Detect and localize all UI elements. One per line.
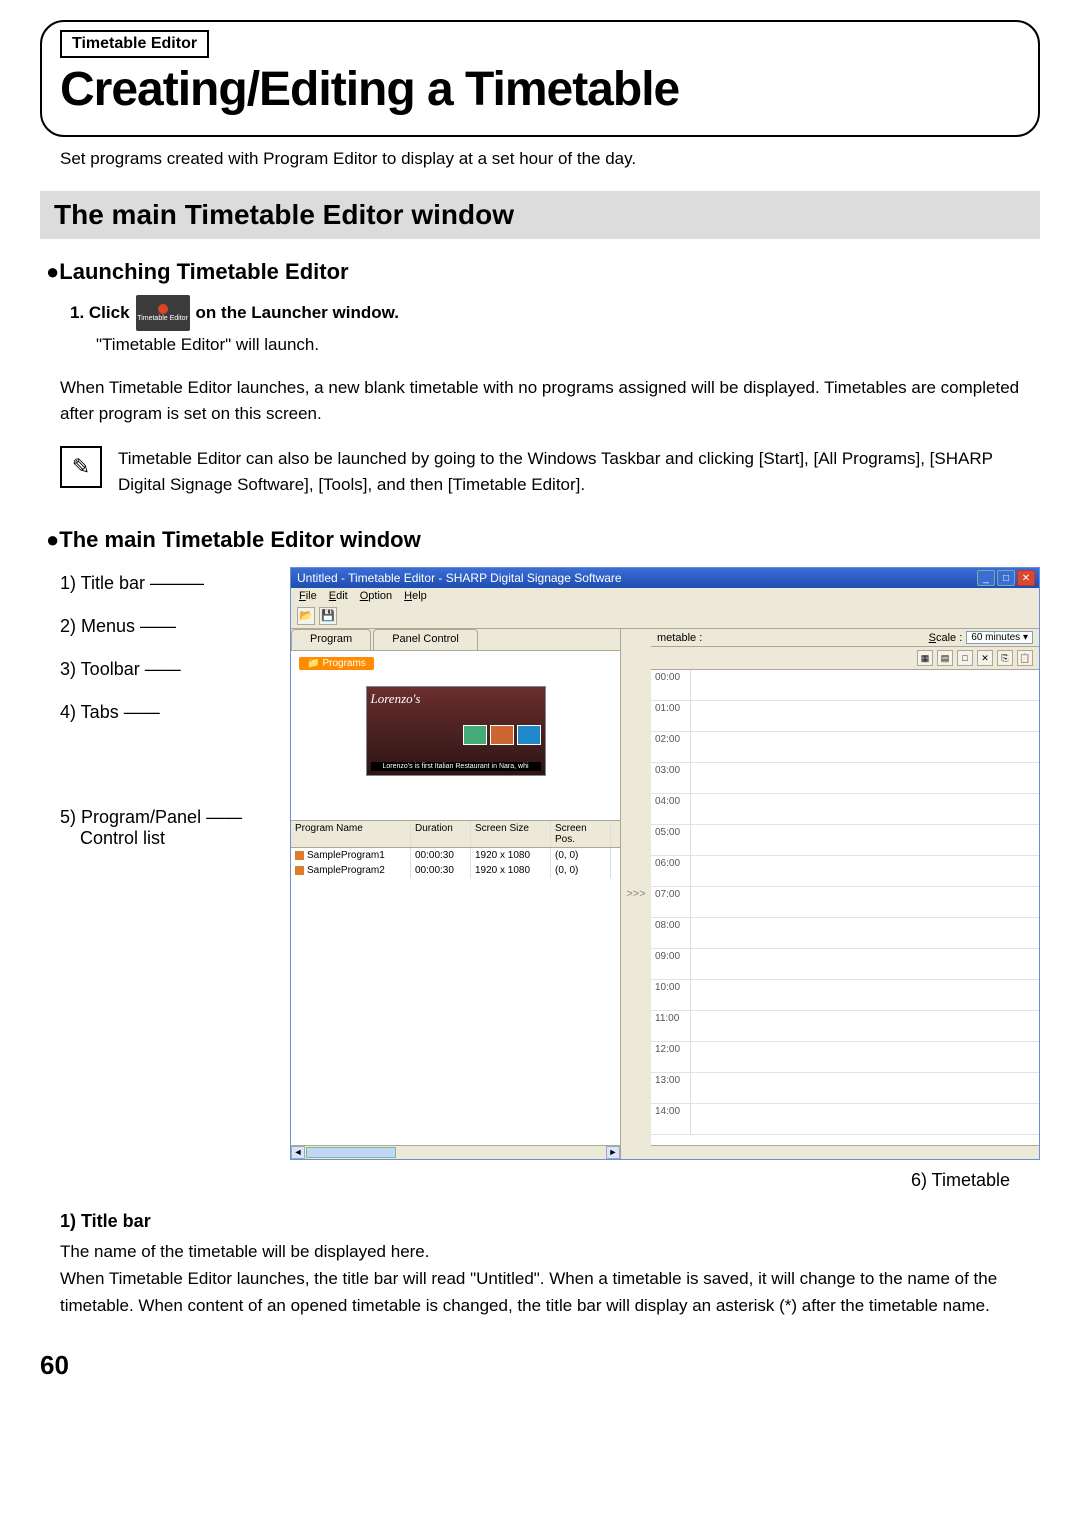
desc-text: The name of the timetable will be displa…: [60, 1238, 1020, 1320]
time-row[interactable]: 14:00: [651, 1104, 1039, 1135]
horizontal-scrollbar[interactable]: ◄ ►: [291, 1145, 620, 1159]
page-header-box: Timetable Editor Creating/Editing a Time…: [40, 20, 1040, 137]
callout-timetable: 6) Timetable: [40, 1170, 1010, 1191]
app-window: Untitled - Timetable Editor - SHARP Digi…: [290, 567, 1040, 1160]
col-duration[interactable]: Duration: [411, 821, 471, 847]
tab-panel-control[interactable]: Panel Control: [373, 629, 478, 650]
time-row[interactable]: 04:00: [651, 794, 1039, 825]
time-row[interactable]: 06:00: [651, 856, 1039, 887]
desc-heading: 1) Title bar: [60, 1211, 1040, 1232]
main-window-heading: ●The main Timetable Editor window: [46, 527, 1040, 553]
callout-program-panel: 5) Program/Panel —— Control list: [60, 807, 290, 849]
scale-select[interactable]: 60 minutes ▾: [966, 631, 1033, 644]
tip-icon: ✎: [60, 446, 102, 488]
thumbnail-caption: Lorenzo's is first Italian Restaurant in…: [371, 762, 541, 771]
minimize-button[interactable]: _: [977, 570, 995, 586]
screenshot-diagram: 1) Title bar ——— 2) Menus —— 3) Toolbar …: [60, 567, 1040, 1160]
page-title: Creating/Editing a Timetable: [60, 62, 1020, 117]
time-row[interactable]: 03:00: [651, 763, 1039, 794]
launch-description: When Timetable Editor launches, a new bl…: [60, 375, 1040, 426]
timetable-panel: metable : Scale : 60 minutes ▾ ▦ ▤ □ ✕ ⎘…: [651, 629, 1039, 1159]
launcher-icon-label: Timetable Editor: [137, 315, 188, 322]
callout-menus: 2) Menus ——: [60, 616, 290, 637]
expand-button[interactable]: >>>: [621, 629, 651, 1159]
thumbnail-logo: Lorenzo's: [371, 691, 541, 707]
time-row[interactable]: 10:00: [651, 980, 1039, 1011]
toolbar: 📂 💾: [291, 604, 1039, 629]
time-row[interactable]: 07:00: [651, 887, 1039, 918]
time-row[interactable]: 01:00: [651, 701, 1039, 732]
time-row[interactable]: 02:00: [651, 732, 1039, 763]
time-row[interactable]: 13:00: [651, 1073, 1039, 1104]
tool-icon-2[interactable]: ▤: [937, 650, 953, 666]
menu-edit[interactable]: Edit: [329, 590, 348, 602]
menu-help[interactable]: Help: [404, 590, 427, 602]
timetable-label: metable :: [657, 632, 702, 644]
callout-tabs: 4) Tabs ——: [60, 702, 290, 723]
time-row[interactable]: 05:00: [651, 825, 1039, 856]
step-prefix: 1. Click: [70, 303, 130, 323]
time-row[interactable]: 12:00: [651, 1042, 1039, 1073]
save-icon[interactable]: 💾: [319, 607, 337, 625]
copy-icon[interactable]: ⎘: [997, 650, 1013, 666]
step-suffix: on the Launcher window.: [196, 303, 399, 323]
callout-column: 1) Title bar ——— 2) Menus —— 3) Toolbar …: [60, 567, 290, 871]
section-banner: The main Timetable Editor window: [40, 191, 1040, 239]
time-row[interactable]: 08:00: [651, 918, 1039, 949]
tip-text: Timetable Editor can also be launched by…: [118, 446, 1040, 497]
program-thumbnail[interactable]: Lorenzo's Lorenzo's is first Italian Res…: [366, 686, 546, 776]
tabs-row: Program Panel Control: [291, 629, 620, 651]
page-number: 60: [40, 1350, 1040, 1381]
title-bar-text: Untitled - Timetable Editor - SHARP Digi…: [297, 571, 622, 585]
menu-file[interactable]: FFileile: [299, 590, 317, 602]
scroll-right-icon[interactable]: ►: [606, 1146, 620, 1159]
time-row[interactable]: 00:00: [651, 670, 1039, 701]
intro-text: Set programs created with Program Editor…: [60, 149, 1040, 169]
launcher-dot-icon: [158, 304, 168, 314]
preview-area: 📁 Programs Lorenzo's Lorenzo's is first …: [291, 651, 620, 821]
time-row[interactable]: 09:00: [651, 949, 1039, 980]
tool-icon-1[interactable]: ▦: [917, 650, 933, 666]
delete-icon[interactable]: ✕: [977, 650, 993, 666]
paste-icon[interactable]: 📋: [1017, 650, 1033, 666]
close-button[interactable]: ✕: [1017, 570, 1035, 586]
time-row[interactable]: 11:00: [651, 1011, 1039, 1042]
callout-toolbar: 3) Toolbar ——: [60, 659, 290, 680]
tool-icon-3[interactable]: □: [957, 650, 973, 666]
scroll-left-icon[interactable]: ◄: [291, 1146, 305, 1159]
maximize-button[interactable]: □: [997, 570, 1015, 586]
section-tag: Timetable Editor: [60, 30, 209, 58]
table-row[interactable]: SampleProgram200:00:301920 x 1080(0, 0): [291, 863, 620, 878]
title-bar[interactable]: Untitled - Timetable Editor - SHARP Digi…: [291, 568, 1039, 588]
open-icon[interactable]: 📂: [297, 607, 315, 625]
step-1: 1. Click Timetable Editor on the Launche…: [70, 295, 1040, 331]
timetable-scrollbar[interactable]: [651, 1145, 1039, 1159]
tab-program[interactable]: Program: [291, 629, 371, 650]
timetable-editor-launcher-icon: Timetable Editor: [136, 295, 190, 331]
menu-bar[interactable]: FFileile Edit Option Help: [291, 588, 1039, 604]
callout-title-bar: 1) Title bar ———: [60, 573, 290, 594]
programs-chip[interactable]: 📁 Programs: [299, 657, 374, 670]
folder-icon: 📁: [307, 658, 319, 669]
col-screen-size[interactable]: Screen Size: [471, 821, 551, 847]
tip-box: ✎ Timetable Editor can also be launched …: [60, 446, 1040, 497]
table-row[interactable]: SampleProgram100:00:301920 x 1080(0, 0): [291, 848, 620, 863]
step-1-result: "Timetable Editor" will launch.: [96, 335, 1040, 355]
left-panel: Program Panel Control 📁 Programs Lorenzo…: [291, 629, 621, 1159]
menu-option[interactable]: Option: [360, 590, 392, 602]
program-list: Program Name Duration Screen Size Screen…: [291, 821, 620, 1159]
time-grid[interactable]: 00:0001:0002:0003:0004:0005:0006:0007:00…: [651, 670, 1039, 1145]
launching-heading: ●Launching Timetable Editor: [46, 259, 1040, 285]
col-program-name[interactable]: Program Name: [291, 821, 411, 847]
col-screen-pos[interactable]: Screen Pos.: [551, 821, 611, 847]
